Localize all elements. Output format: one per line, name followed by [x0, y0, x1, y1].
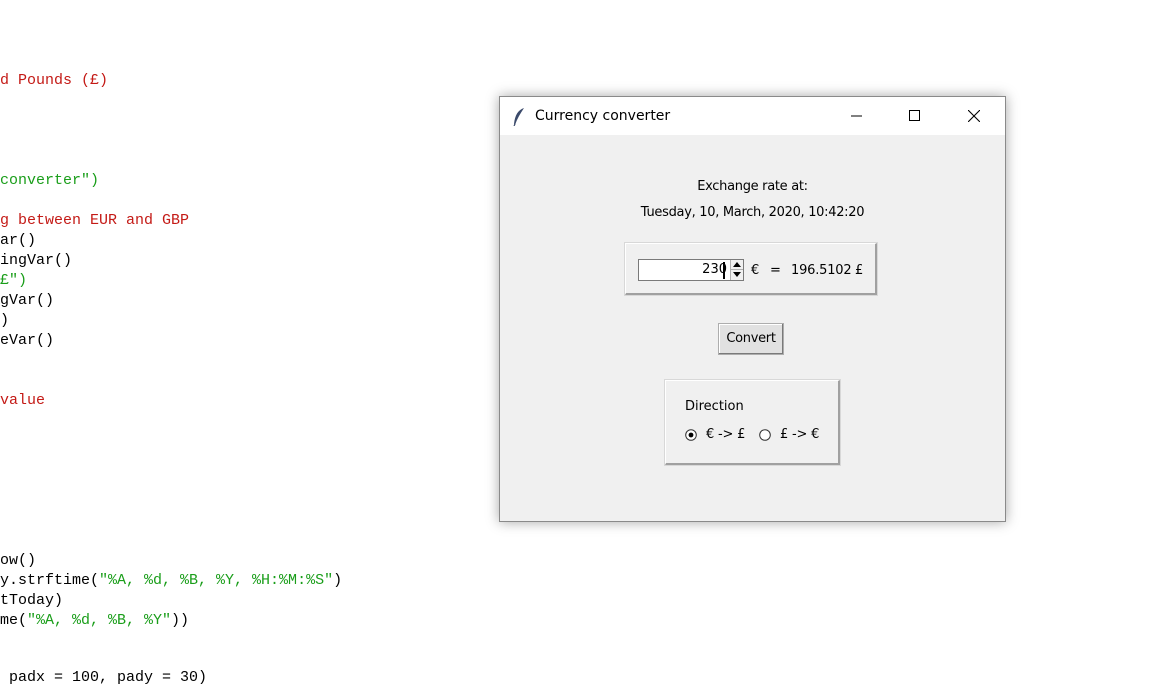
currency-converter-window: Currency converter Exchange rate at: Tue…: [499, 96, 1006, 522]
code-line: ar(): [0, 232, 37, 249]
window-title: Currency converter: [535, 108, 671, 124]
code-line: eVar(): [0, 332, 55, 349]
arrow-down-icon: [733, 272, 741, 277]
rate-timestamp-label: Tuesday, 10, March, 2020, 10:42:20: [640, 205, 865, 220]
exchange-rate-label: Exchange rate at:: [697, 179, 808, 194]
code-line: gVar(): [0, 292, 55, 309]
radio-gbp-to-eur[interactable]: [759, 428, 771, 441]
minimize-button[interactable]: [834, 97, 880, 135]
radio-label-gbp-to-eur[interactable]: £ -> €: [780, 427, 819, 442]
radio-checked-icon: [685, 429, 697, 441]
direction-title: Direction: [685, 399, 744, 414]
maximize-icon: [909, 110, 920, 121]
code-line: £"): [0, 272, 28, 289]
close-icon: [968, 110, 980, 122]
code-line: ingVar(): [0, 252, 73, 269]
close-button[interactable]: [951, 97, 997, 135]
maximize-button[interactable]: [892, 97, 938, 135]
converted-value: 196.5102: [791, 263, 852, 278]
spin-down-button[interactable]: [730, 270, 743, 280]
code-line: ): [0, 312, 10, 329]
spin-up-button[interactable]: [730, 260, 743, 270]
feather-icon: [512, 107, 526, 127]
title-bar[interactable]: Currency converter: [500, 97, 1005, 135]
code-line: value: [0, 392, 46, 409]
convert-button[interactable]: Convert: [718, 323, 784, 355]
pound-symbol: £: [855, 263, 864, 278]
code-line: tToday): [0, 592, 64, 609]
code-line: y.strftime("%A, %d, %B, %Y, %H:%M:%S"): [0, 572, 343, 589]
amount-spinbox[interactable]: 230: [638, 259, 744, 281]
code-line: ow(): [0, 552, 37, 569]
code-line: g between EUR and GBP: [0, 212, 190, 229]
direction-frame: [664, 379, 841, 466]
equals-sign: =: [770, 263, 781, 278]
text-cursor: [723, 262, 725, 279]
euro-symbol: €: [751, 263, 760, 278]
radio-label-eur-to-gbp[interactable]: € -> £: [706, 427, 745, 442]
radio-eur-to-gbp[interactable]: [685, 428, 697, 441]
minimize-icon: [851, 115, 862, 117]
code-line: me("%A, %d, %B, %Y")): [0, 612, 190, 629]
radio-unchecked-icon: [759, 429, 771, 441]
code-line: padx = 100, pady = 30): [0, 669, 208, 686]
arrow-up-icon: [733, 262, 741, 267]
code-line: d Pounds (£): [0, 72, 109, 89]
code-line: converter"): [0, 172, 100, 189]
